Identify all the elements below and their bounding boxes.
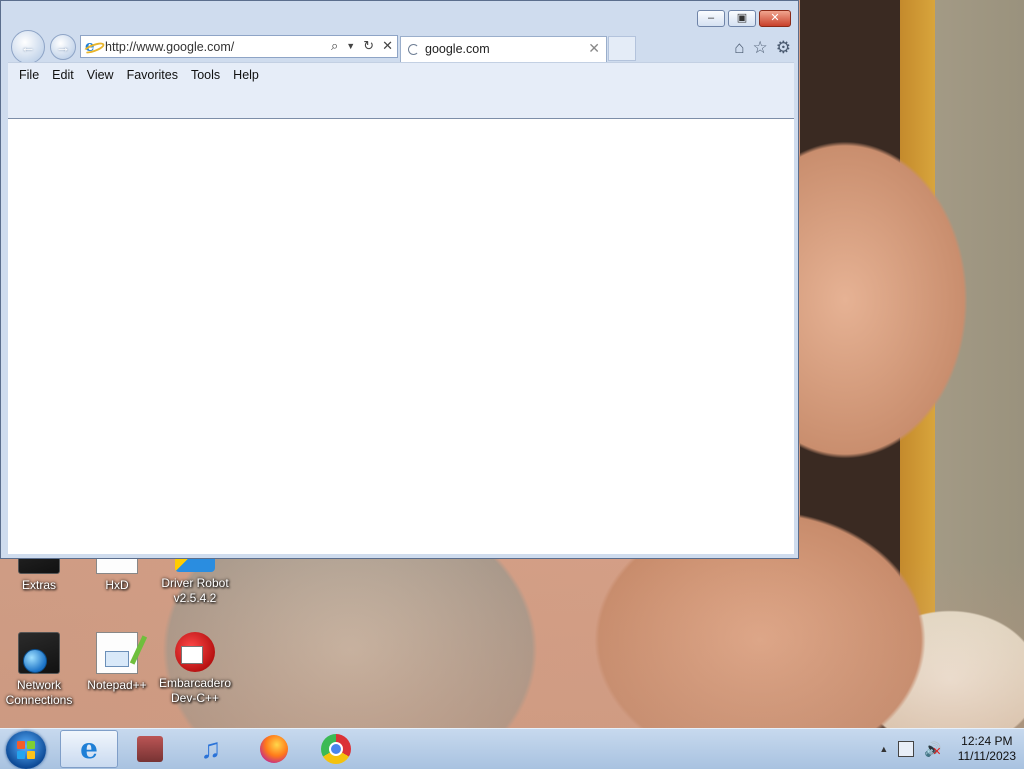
clock-date: 11/11/2023 <box>957 749 1016 763</box>
new-tab-button[interactable] <box>608 36 636 61</box>
stop-icon[interactable]: ✕ <box>382 38 393 54</box>
desktop-icon-label: Extras <box>21 578 56 592</box>
forward-button[interactable]: → <box>50 34 76 60</box>
chrome-icon <box>321 734 351 764</box>
navigation-bar: ← → e http://www.google.com/ ⌕ ▼ ↻ ✕ goo… <box>9 30 799 64</box>
itunes-icon: ♫ <box>200 733 222 764</box>
gear-icon[interactable]: ⚙ <box>776 38 791 58</box>
minimize-button[interactable]: ‒ <box>697 10 725 27</box>
system-tray: ▲ 🔊 ✕ 12:24 PM 11/11/2023 <box>879 731 1016 767</box>
volume-muted-icon[interactable]: 🔊 ✕ <box>924 741 941 758</box>
network-connections-icon <box>18 632 60 674</box>
internet-explorer-icon: e <box>80 732 98 765</box>
loading-spinner-icon <box>408 44 419 55</box>
menu-tools[interactable]: Tools <box>185 67 226 83</box>
taskbar: e ♫ ▲ 🔊 ✕ 12:24 PM 11/11/2023 <box>0 728 1024 769</box>
taskbar-winrar[interactable] <box>121 730 179 768</box>
notepadpp-icon <box>96 632 148 674</box>
network-icon[interactable] <box>898 741 915 757</box>
menu-file[interactable]: File <box>13 67 45 83</box>
home-icon[interactable]: ⌂ <box>734 38 744 58</box>
winrar-icon <box>137 736 163 762</box>
desktop-icon-network-connections[interactable]: Network Connections <box>1 632 77 708</box>
menu-edit[interactable]: Edit <box>46 67 80 83</box>
taskbar-itunes[interactable]: ♫ <box>182 730 240 768</box>
restore-button[interactable]: ▣ <box>728 10 756 27</box>
menu-bar: File Edit View Favorites Tools Help <box>8 62 794 119</box>
clock[interactable]: 12:24 PM 11/11/2023 <box>958 734 1016 764</box>
close-button[interactable]: ✕ <box>759 10 791 27</box>
refresh-icon[interactable]: ↻ <box>363 38 374 54</box>
dropdown-arrow-icon[interactable]: ▼ <box>346 41 355 54</box>
menu-help[interactable]: Help <box>227 67 265 83</box>
menu-favorites[interactable]: Favorites <box>121 67 184 83</box>
pen-icon <box>129 635 148 665</box>
desktop-icon-label: Network Connections <box>5 678 73 707</box>
desktop-icon-dev-cpp[interactable]: Embarcadero Dev-C++ <box>157 632 233 706</box>
desktop-icon-label: Notepad++ <box>87 678 147 692</box>
minimize-icon: ‒ <box>707 12 715 24</box>
close-icon: ✕ <box>770 12 780 24</box>
firefox-icon <box>260 735 288 763</box>
desktop-icon-notepadpp[interactable]: Notepad++ <box>79 632 155 693</box>
ie-page-icon: e <box>85 39 100 54</box>
browser-window: ‒ ▣ ✕ ← → e http://www.google.com/ ⌕ ▼ ↻… <box>0 0 799 559</box>
page-content[interactable] <box>8 118 794 554</box>
search-icon[interactable]: ⌕ <box>331 38 338 54</box>
globe-icon <box>23 649 47 673</box>
tab-close-icon[interactable]: ✕ <box>588 40 600 57</box>
desktop-icon-label: Driver Robot v2.5.4.2 <box>161 576 229 605</box>
restore-icon: ▣ <box>736 12 748 24</box>
address-bar[interactable]: e http://www.google.com/ ⌕ ▼ ↻ ✕ <box>80 35 398 58</box>
window-controls: ‒ ▣ ✕ <box>697 10 791 27</box>
address-bar-actions: ⌕ ▼ ↻ ✕ <box>331 38 393 54</box>
forward-arrow-icon: → <box>55 38 71 56</box>
taskbar-firefox[interactable] <box>245 730 303 768</box>
start-button[interactable] <box>6 731 46 769</box>
browser-tools: ⌂ ☆ ⚙ <box>734 38 791 58</box>
windows-logo-icon <box>17 741 35 759</box>
clock-time: 12:24 PM <box>961 734 1013 748</box>
menu-view[interactable]: View <box>81 67 120 83</box>
back-button[interactable]: ← <box>11 30 45 64</box>
tab-title: google.com <box>425 42 490 56</box>
favorites-star-icon[interactable]: ☆ <box>753 38 768 58</box>
taskbar-internet-explorer[interactable]: e <box>60 730 118 768</box>
back-arrow-icon: ← <box>20 38 36 56</box>
desktop-icon-label: Embarcadero Dev-C++ <box>158 676 232 705</box>
dev-cpp-icon <box>175 632 215 672</box>
url-text[interactable]: http://www.google.com/ <box>105 40 234 54</box>
taskbar-chrome[interactable] <box>307 730 365 768</box>
desktop-icon-label: HxD <box>105 578 129 592</box>
tab-google[interactable]: google.com ✕ <box>400 36 607 62</box>
show-hidden-icons-button[interactable]: ▲ <box>879 744 888 754</box>
